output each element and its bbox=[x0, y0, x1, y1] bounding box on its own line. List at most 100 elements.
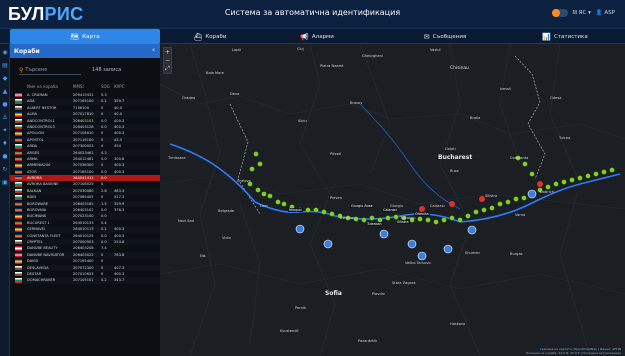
vessel-marker[interactable] bbox=[255, 187, 261, 193]
vessel-marker[interactable] bbox=[465, 213, 471, 219]
list-icon[interactable]: ▤ bbox=[1, 62, 9, 70]
vessel-marker[interactable] bbox=[609, 167, 615, 173]
vessel-marker[interactable] bbox=[505, 199, 511, 205]
zoom-out-button[interactable]: − bbox=[164, 57, 171, 64]
col-name[interactable]: Име на кораба bbox=[27, 84, 58, 89]
vessel-marker[interactable] bbox=[481, 207, 487, 213]
vessel-marker[interactable] bbox=[577, 175, 583, 181]
station-marker[interactable] bbox=[379, 229, 389, 239]
tab-messages[interactable]: ✉ Съобщения bbox=[390, 29, 500, 44]
vessel-marker[interactable] bbox=[441, 217, 447, 223]
station-marker[interactable] bbox=[407, 239, 417, 249]
vessel-marker[interactable] bbox=[425, 217, 431, 223]
settings-icon[interactable]: ▣ bbox=[1, 179, 9, 187]
vessel-marker[interactable] bbox=[545, 184, 551, 190]
vessel-marker[interactable] bbox=[385, 215, 391, 221]
station-marker[interactable] bbox=[417, 251, 427, 261]
layers-icon[interactable]: ◆ bbox=[1, 75, 9, 83]
vessel-marker[interactable] bbox=[329, 211, 335, 217]
route-icon[interactable]: ✦ bbox=[1, 127, 9, 135]
vessel-marker[interactable] bbox=[561, 179, 567, 185]
vessel-marker[interactable] bbox=[281, 201, 287, 207]
alert-marker[interactable] bbox=[449, 201, 455, 207]
vessel-marker[interactable] bbox=[249, 166, 255, 172]
search-input[interactable] bbox=[25, 67, 78, 73]
vessel-marker[interactable] bbox=[449, 215, 455, 221]
tab-alarms[interactable]: 📢 Аларми bbox=[262, 29, 372, 44]
vessel-marker[interactable] bbox=[261, 191, 267, 197]
flag-icon bbox=[15, 118, 22, 123]
station-marker[interactable] bbox=[443, 244, 453, 254]
station-marker[interactable] bbox=[295, 224, 305, 234]
vessel-marker[interactable] bbox=[313, 207, 319, 213]
map-place-label: Pitesti bbox=[330, 152, 341, 156]
vessel-marker[interactable] bbox=[601, 169, 607, 175]
collapse-panel-button[interactable]: ‹ bbox=[152, 46, 155, 54]
map-place-label: Timisoara bbox=[168, 156, 186, 160]
zoom-in-button[interactable]: + bbox=[164, 49, 171, 56]
col-course[interactable]: КУРС bbox=[114, 84, 124, 89]
station-marker[interactable] bbox=[323, 239, 333, 249]
map-place-label: Lom bbox=[260, 204, 268, 208]
vessel-marker[interactable] bbox=[521, 195, 527, 201]
col-sog[interactable]: SOG bbox=[101, 84, 110, 89]
vessel-marker[interactable] bbox=[267, 193, 273, 199]
vessel-marker[interactable] bbox=[473, 209, 479, 215]
map-view[interactable]: + − ⤢ Lapti Baia Mare Cluj Gheorgheni Piatra… bbox=[160, 44, 625, 356]
vessel-marker[interactable] bbox=[489, 205, 495, 211]
map-place-label: Belgrade bbox=[218, 209, 235, 213]
anchor-icon[interactable]: ⚓ bbox=[1, 114, 9, 122]
vessel-marker[interactable] bbox=[369, 215, 375, 221]
zoom-control: + − ⤢ bbox=[163, 47, 172, 74]
user-menu[interactable]: 👤 ASP bbox=[596, 10, 615, 16]
map-icon: 🗺 bbox=[70, 32, 80, 41]
vessel-marker[interactable] bbox=[321, 209, 327, 215]
ship-filter-icon[interactable]: ◉ bbox=[1, 49, 9, 57]
bell-icon[interactable]: ♦ bbox=[1, 140, 9, 148]
theme-toggle[interactable] bbox=[551, 9, 568, 17]
vessel-marker[interactable] bbox=[393, 214, 399, 220]
vessel-marker[interactable] bbox=[417, 216, 423, 222]
port-label[interactable]: Tutrakan bbox=[366, 222, 383, 226]
vessel-marker[interactable] bbox=[253, 151, 259, 157]
map-canvas[interactable] bbox=[160, 44, 625, 356]
vessel-marker[interactable] bbox=[513, 196, 519, 202]
vessel-marker[interactable] bbox=[529, 171, 535, 177]
history-icon[interactable]: ↻ bbox=[1, 166, 9, 174]
vessel-marker[interactable] bbox=[585, 173, 591, 179]
fullscreen-button[interactable]: ⤢ bbox=[164, 65, 171, 72]
vessel-marker[interactable] bbox=[497, 201, 503, 207]
station-marker[interactable] bbox=[467, 225, 477, 235]
vessel-marker[interactable] bbox=[522, 161, 528, 167]
vessel-marker[interactable] bbox=[257, 161, 263, 167]
user-icon[interactable]: ● bbox=[1, 101, 9, 109]
port-label[interactable]: Oltenita bbox=[414, 212, 430, 216]
map-place-label: Ruse bbox=[450, 169, 459, 173]
tab-map[interactable]: 🗺 Карта bbox=[10, 29, 160, 44]
chat-icon[interactable]: ● bbox=[1, 153, 9, 161]
flag-icon bbox=[15, 156, 22, 162]
tab-statistics[interactable]: 📊 Статистика bbox=[510, 29, 620, 44]
port-label[interactable]: Giurgiu-Ruse bbox=[350, 204, 374, 208]
vessel-marker[interactable] bbox=[305, 207, 311, 213]
map-place-label: Tulcea bbox=[559, 136, 571, 140]
vessel-marker[interactable] bbox=[457, 217, 463, 223]
vessel-row[interactable]: DOMACHRAVER 207105101 0.2 343.7 bbox=[10, 277, 160, 284]
port-label[interactable]: Nikopol bbox=[288, 208, 303, 212]
vessel-marker[interactable] bbox=[593, 171, 599, 177]
station-marker[interactable] bbox=[527, 189, 537, 199]
col-mmsi[interactable]: MMSI bbox=[73, 84, 84, 89]
port-label[interactable]: Silistra bbox=[396, 220, 410, 224]
flag-icon bbox=[15, 150, 22, 155]
alert-icon[interactable]: ▲ bbox=[1, 88, 9, 96]
tab-vessels[interactable]: ⛴ Кораби bbox=[160, 29, 260, 44]
alert-marker[interactable] bbox=[537, 181, 543, 187]
vessel-marker[interactable] bbox=[553, 181, 559, 187]
vessel-marker[interactable] bbox=[433, 219, 439, 225]
map-place-label: Dobrich bbox=[540, 190, 554, 194]
vessel-marker[interactable] bbox=[275, 199, 281, 205]
port-label[interactable]: Calarasi bbox=[382, 208, 398, 212]
vessel-marker[interactable] bbox=[569, 177, 575, 183]
map-place-label: Bucharest bbox=[438, 154, 473, 161]
language-selector[interactable]: ₪ ЯС ▾ bbox=[573, 10, 591, 16]
